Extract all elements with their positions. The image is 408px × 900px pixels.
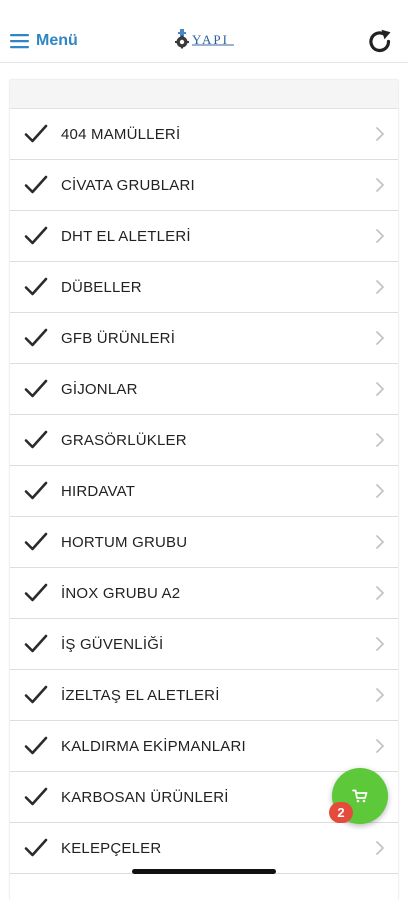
list-item[interactable]: DHT EL ALETLERİ <box>10 211 398 262</box>
list-item-label: 404 MAMÜLLERİ <box>61 125 181 143</box>
list-item-label: İŞ GÜVENLİĞİ <box>61 635 164 653</box>
list-item[interactable]: GİJONLAR <box>10 364 398 415</box>
checkmark-icon <box>24 328 48 347</box>
list-item[interactable]: KELEPÇELER <box>10 823 398 874</box>
chevron-right-icon <box>376 433 384 447</box>
cart-count-badge: 2 <box>329 802 353 823</box>
menu-button[interactable]: Menü <box>10 28 78 54</box>
list-item[interactable]: GRASÖRLÜKLER <box>10 415 398 466</box>
menu-label: Menü <box>36 32 78 49</box>
checkmark-icon <box>24 532 48 551</box>
chevron-right-icon <box>376 688 384 702</box>
hamburger-icon <box>10 34 29 49</box>
checkmark-icon <box>24 226 48 245</box>
refresh-button[interactable] <box>366 28 394 56</box>
app-header: Menü YAPI <box>0 0 408 63</box>
cart-icon <box>352 789 368 803</box>
list-item-label: DHT EL ALETLERİ <box>61 227 191 245</box>
chevron-right-icon <box>376 841 384 855</box>
list-item[interactable]: CİVATA GRUBLARI <box>10 160 398 211</box>
chevron-right-icon <box>376 637 384 651</box>
checkmark-icon <box>24 277 48 296</box>
home-indicator <box>132 869 276 874</box>
list-item-label: KARBOSAN ÜRÜNLERİ <box>61 788 229 806</box>
checkmark-icon <box>24 430 48 449</box>
checkmark-icon <box>24 787 48 806</box>
chevron-right-icon <box>376 280 384 294</box>
chevron-right-icon <box>376 331 384 345</box>
category-list: 404 MAMÜLLERİ CİVATA GRUBLARI DHT EL ALE… <box>10 109 398 874</box>
list-item-label: GFB ÜRÜNLERİ <box>61 329 176 347</box>
refresh-icon <box>369 29 391 53</box>
chevron-right-icon <box>376 127 384 141</box>
brand-logo: YAPI <box>174 27 236 51</box>
list-item-label: HIRDAVAT <box>61 482 136 500</box>
checkmark-icon <box>24 481 48 500</box>
checkmark-icon <box>24 736 48 755</box>
chevron-right-icon <box>376 484 384 498</box>
chevron-right-icon <box>376 586 384 600</box>
list-item-label: KELEPÇELER <box>61 839 162 857</box>
checkmark-icon <box>24 379 48 398</box>
list-item[interactable]: 404 MAMÜLLERİ <box>10 109 398 160</box>
panel-top-bar <box>10 80 398 109</box>
chevron-right-icon <box>376 535 384 549</box>
list-item[interactable]: İŞ GÜVENLİĞİ <box>10 619 398 670</box>
list-item-label: İZELTAŞ EL ALETLERİ <box>61 686 220 704</box>
chevron-right-icon <box>376 178 384 192</box>
checkmark-icon <box>24 583 48 602</box>
list-item[interactable]: İNOX GRUBU A2 <box>10 568 398 619</box>
list-item[interactable]: HIRDAVAT <box>10 466 398 517</box>
list-item[interactable]: İZELTAŞ EL ALETLERİ <box>10 670 398 721</box>
list-item[interactable]: KALDIRMA EKİPMANLARI <box>10 721 398 772</box>
list-item-label: HORTUM GRUBU <box>61 533 188 551</box>
checkmark-icon <box>24 175 48 194</box>
list-item-label: KALDIRMA EKİPMANLARI <box>61 737 246 755</box>
chevron-right-icon <box>376 739 384 753</box>
logo-underline <box>192 44 234 46</box>
list-item[interactable]: DÜBELLER <box>10 262 398 313</box>
checkmark-icon <box>24 838 48 857</box>
list-item-label: GİJONLAR <box>61 380 138 398</box>
list-item-label: İNOX GRUBU A2 <box>61 584 181 602</box>
gear-logo-icon <box>175 29 189 49</box>
list-item[interactable]: HORTUM GRUBU <box>10 517 398 568</box>
checkmark-icon <box>24 634 48 653</box>
chevron-right-icon <box>376 229 384 243</box>
list-item-label: GRASÖRLÜKLER <box>61 431 187 449</box>
chevron-right-icon <box>376 382 384 396</box>
list-item-label: DÜBELLER <box>61 278 142 296</box>
checkmark-icon <box>24 124 48 143</box>
list-item[interactable]: GFB ÜRÜNLERİ <box>10 313 398 364</box>
checkmark-icon <box>24 685 48 704</box>
list-item-label: CİVATA GRUBLARI <box>61 176 195 194</box>
